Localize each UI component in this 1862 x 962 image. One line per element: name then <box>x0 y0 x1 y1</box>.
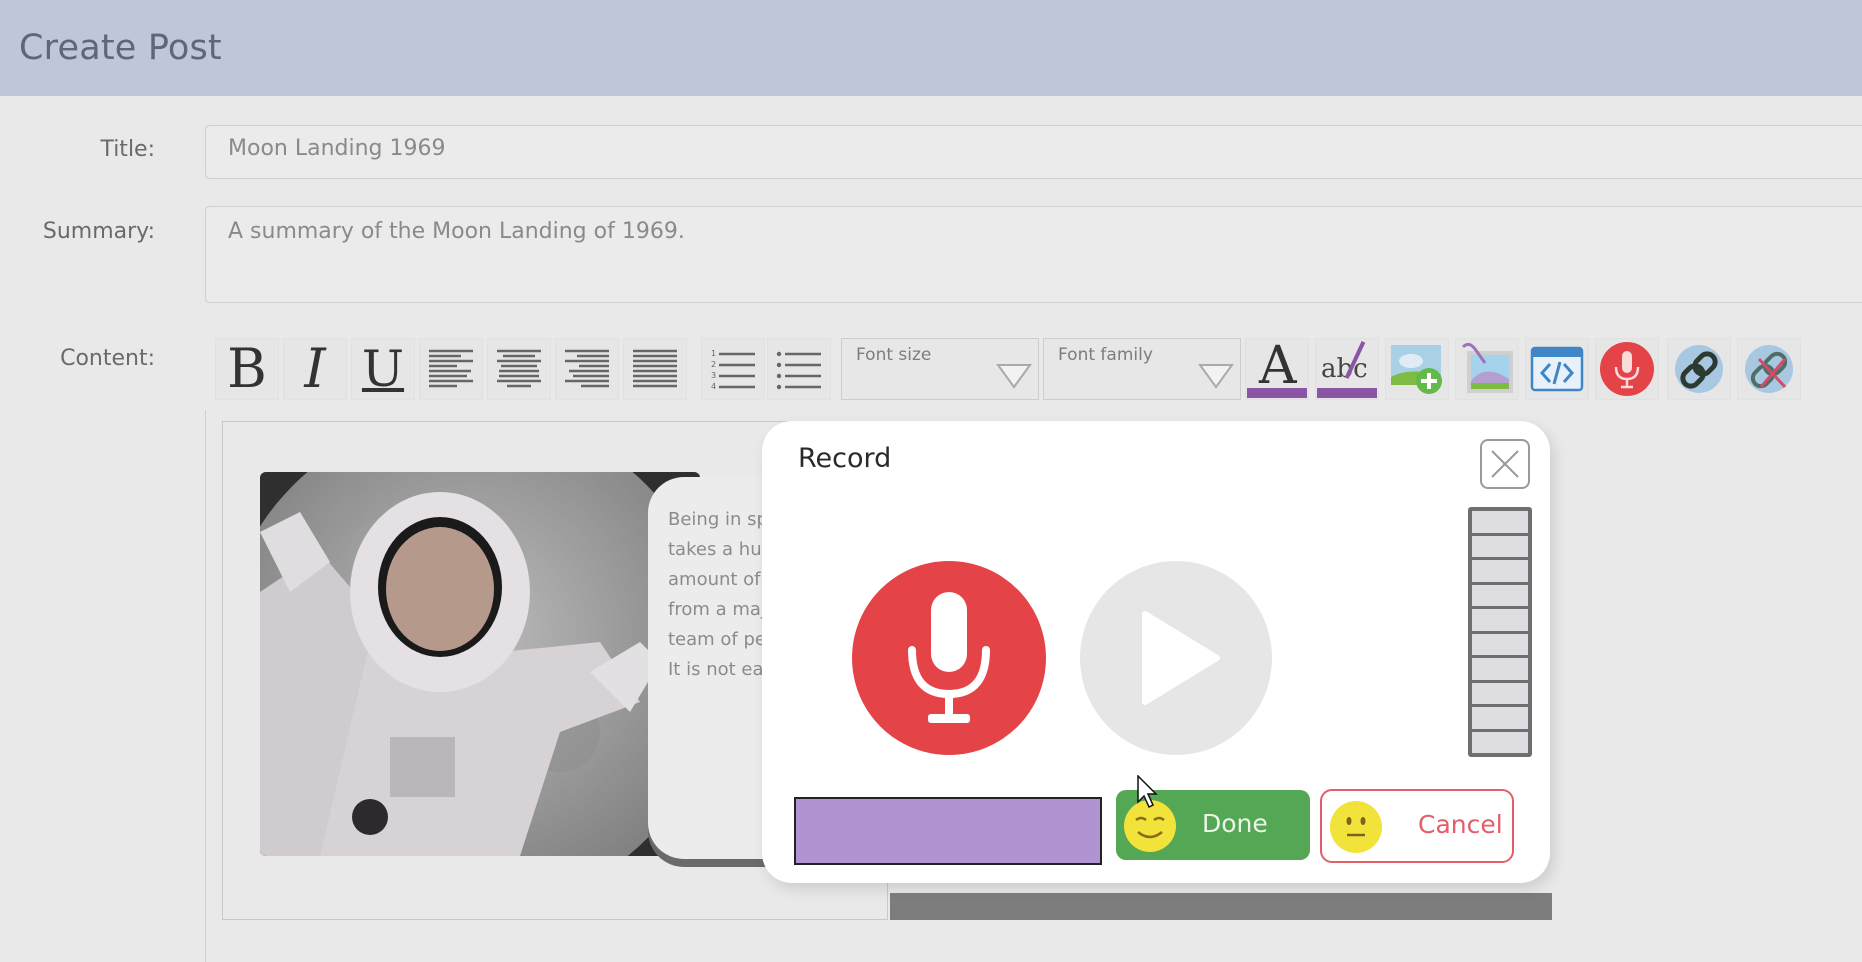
font-color-icon: A <box>1247 340 1307 398</box>
page-title: Create Post <box>19 28 222 68</box>
bubble-line: It is not easy <box>668 655 763 685</box>
content-label: Content: <box>60 346 155 371</box>
play-button[interactable] <box>1080 561 1272 755</box>
underline-icon: U <box>362 344 404 394</box>
page-header: Create Post <box>0 0 1862 96</box>
editor-scrollbar[interactable] <box>890 893 1552 920</box>
play-icon <box>1131 608 1221 708</box>
align-right-icon <box>563 345 611 393</box>
font-family-placeholder: Font family <box>1058 345 1153 365</box>
font-size-placeholder: Font size <box>856 345 931 365</box>
dialog-title: Record <box>798 443 891 474</box>
align-left-icon <box>427 345 475 393</box>
level-meter-segment <box>1472 658 1528 680</box>
bold-icon: B <box>227 342 267 396</box>
justify-button[interactable] <box>623 338 687 400</box>
bubble-line: Being in space <box>668 505 763 535</box>
bubble-line: team of people <box>668 625 763 655</box>
bullet-list-button[interactable] <box>767 338 831 400</box>
italic-icon: I <box>304 342 325 396</box>
svg-text:1: 1 <box>711 349 716 358</box>
unlink-icon <box>1741 341 1797 397</box>
microphone-icon <box>904 588 994 728</box>
title-label: Title: <box>100 137 155 162</box>
align-center-icon <box>495 345 543 393</box>
justify-icon <box>631 345 679 393</box>
align-center-button[interactable] <box>487 338 551 400</box>
bullet-list-icon <box>775 345 823 393</box>
attach-image-icon <box>1459 341 1515 397</box>
level-meter-segment <box>1472 609 1528 631</box>
chevron-down-icon <box>1198 363 1234 389</box>
record-button[interactable] <box>852 561 1046 755</box>
bubble-line: from a major <box>668 595 763 625</box>
svg-text:4: 4 <box>711 382 716 391</box>
italic-button[interactable]: I <box>283 338 347 400</box>
embed-code-button[interactable] <box>1525 338 1589 400</box>
level-meter-segment <box>1472 511 1528 533</box>
astronaut-image[interactable] <box>260 472 700 856</box>
highlight-color-button[interactable]: abc <box>1315 338 1379 400</box>
cancel-label: Cancel <box>1418 810 1503 839</box>
code-icon <box>1530 344 1584 394</box>
level-meter-segment <box>1472 732 1528 754</box>
svg-text:2: 2 <box>711 360 716 369</box>
numbered-list-icon: 1 2 3 4 <box>709 345 757 393</box>
title-input[interactable]: Moon Landing 1969 <box>205 125 1862 179</box>
highlight-color-icon: abc <box>1317 340 1377 398</box>
astronaut-illustration <box>260 472 700 856</box>
audio-level-meter <box>1468 507 1532 757</box>
numbered-list-button[interactable]: 1 2 3 4 <box>701 338 765 400</box>
link-icon <box>1671 341 1727 397</box>
chevron-down-icon <box>996 363 1032 389</box>
close-icon <box>1488 447 1522 481</box>
mouse-cursor-icon <box>1137 775 1161 809</box>
recording-progress-bar <box>794 797 1102 865</box>
bold-button[interactable]: B <box>215 338 279 400</box>
record-dialog: Record Done <box>762 421 1550 883</box>
insert-link-button[interactable] <box>1667 338 1731 400</box>
font-color-button[interactable]: A <box>1245 338 1309 400</box>
microphone-icon <box>1599 341 1655 397</box>
font-size-select[interactable]: Font size <box>841 338 1039 400</box>
remove-link-button[interactable] <box>1737 338 1801 400</box>
level-meter-segment <box>1472 707 1528 729</box>
summary-label: Summary: <box>43 219 155 244</box>
level-meter-segment <box>1472 634 1528 656</box>
insert-image-icon <box>1389 341 1445 397</box>
neutral-emoji-icon <box>1330 801 1382 853</box>
underline-button[interactable]: U <box>351 338 415 400</box>
level-meter-segment <box>1472 536 1528 558</box>
level-meter-segment <box>1472 683 1528 705</box>
level-meter-segment <box>1472 560 1528 582</box>
insert-image-button[interactable] <box>1385 338 1449 400</box>
record-audio-button[interactable] <box>1595 338 1659 400</box>
speech-bubble-text: Being in space takes a huge amount of fr… <box>668 505 763 685</box>
attach-image-button[interactable] <box>1455 338 1519 400</box>
svg-text:3: 3 <box>711 371 716 380</box>
align-right-button[interactable] <box>555 338 619 400</box>
bubble-line: amount of <box>668 565 763 595</box>
done-label: Done <box>1202 809 1268 838</box>
close-button[interactable] <box>1480 439 1530 489</box>
editor-border <box>205 410 206 962</box>
summary-textarea[interactable]: A summary of the Moon Landing of 1969. <box>205 206 1862 303</box>
font-family-select[interactable]: Font family <box>1043 338 1241 400</box>
cancel-button[interactable]: Cancel <box>1320 789 1514 863</box>
align-left-button[interactable] <box>419 338 483 400</box>
bubble-line: takes a huge <box>668 535 763 565</box>
level-meter-segment <box>1472 585 1528 607</box>
